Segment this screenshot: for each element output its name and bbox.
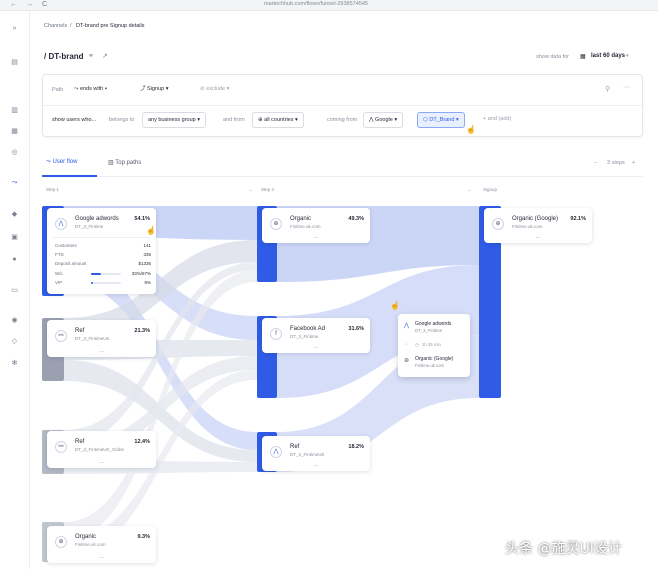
more-icon[interactable]: ...: [262, 462, 370, 468]
adwords-icon: ⋀: [55, 218, 67, 230]
node-sub: Fintime.uk.com: [75, 542, 106, 547]
flow-tooltip: ⋀ Google adwords DT_3_Fintime ↓ ◷ 1h 35 …: [398, 314, 470, 377]
tooltip-to-name: Organic (Google): [415, 356, 454, 362]
node-card-ref2[interactable]: ⚯ Ref DT_3_FintimeUK_Globe 12.4% ...: [47, 431, 156, 468]
more-icon[interactable]: ...: [47, 348, 156, 354]
mouse-cursor-icon: ☝: [146, 226, 156, 235]
watermark: 头条 @施灵UI设计: [505, 541, 622, 557]
node-percent: 18.2%: [348, 444, 364, 450]
stat-label: Customers: [55, 243, 77, 248]
tooltip-to-sub: Fintime.uk.com: [415, 363, 445, 368]
globe-icon: ⊕: [55, 536, 67, 548]
stat-value: $1336: [138, 261, 151, 266]
node-sub: DT_3_Fintime: [75, 224, 104, 229]
node-percent: 31.6%: [348, 326, 364, 332]
vip-bar: [91, 282, 121, 284]
node-card-facebook[interactable]: f Facebook Ad DT_3_Fintime 31.6% ...: [262, 318, 370, 353]
node-name: Organic: [75, 534, 97, 540]
node-card-organic1[interactable]: ⊕ Organic Fintime.uk.com 9.3% ...: [47, 526, 156, 563]
mouse-cursor-icon: ☝: [390, 301, 400, 310]
flow-organic1-organic[interactable]: [64, 270, 257, 540]
node-card-organic-s2[interactable]: ⊕ Organic Fintime.uk.com 49.3% ...: [262, 208, 370, 243]
node-sub: DT_3_Fintime: [290, 334, 319, 339]
more-icon[interactable]: ...: [484, 234, 592, 240]
node-card-organic-google[interactable]: ⊕ Organic (Google) Fintime.uk.com 92.1% …: [484, 208, 592, 243]
globe-icon: ⊕: [270, 218, 282, 230]
node-name: Organic: [290, 216, 312, 222]
node-sub: Fintime.uk.com: [512, 224, 543, 229]
stat-label: W/L: [55, 271, 64, 276]
divider: [53, 237, 150, 238]
clock-icon: ◷: [415, 342, 419, 347]
more-icon[interactable]: ...: [262, 234, 370, 240]
node-sub: DT_3_FintimeUK: [290, 452, 325, 457]
node-card-ref-s2[interactable]: ⋀ Ref DT_3_FintimeUK 18.2% ...: [262, 436, 370, 471]
node-name: Facebook Ad: [290, 326, 326, 332]
wl-bar: [91, 273, 121, 275]
stat-value: 336: [143, 252, 151, 257]
node-percent: 54.1%: [134, 216, 150, 222]
node-name: Ref: [290, 444, 300, 450]
node-percent: 92.1%: [570, 216, 586, 222]
stat-label: VIP: [55, 280, 63, 285]
stat-label: Deposit amount: [55, 261, 87, 266]
node-percent: 9.3%: [137, 534, 150, 540]
node-sub: DT_3_FintimeUK: [75, 336, 110, 341]
node-name: Organic (Google): [512, 216, 559, 222]
node-percent: 21.3%: [134, 328, 150, 334]
stat-value: 33%/67%: [131, 271, 151, 276]
node-card-ref1[interactable]: ⚯ Ref DT_3_FintimeUK 21.3% ...: [47, 320, 156, 357]
more-icon[interactable]: ...: [262, 344, 370, 350]
node-name: Google adwords: [75, 216, 119, 222]
globe-icon: ⊕: [492, 218, 504, 230]
node-name: Ref: [75, 439, 85, 445]
wl-bar-fill: [91, 273, 101, 275]
stat-deposit: Deposit amount $1336: [55, 261, 151, 266]
tooltip-from-sub: DT_3_Fintime: [415, 328, 442, 333]
node-sub: Fintime.uk.com: [290, 224, 321, 229]
adwords-icon: ⋀: [404, 323, 409, 329]
adwords-icon: ⋀: [270, 446, 282, 458]
tooltip-time: 1h 35 min: [422, 342, 441, 347]
stat-customers: Customers 141: [55, 243, 151, 248]
node-card-google-adwords[interactable]: ⋀ Google adwords DT_3_Fintime 54.1% Cust…: [47, 208, 156, 294]
node-name: Ref: [75, 328, 85, 334]
globe-icon: ⊕: [404, 358, 410, 364]
stat-wl: W/L 33%/67%: [55, 271, 151, 276]
stat-label: FTD: [55, 252, 64, 257]
stat-value: 8%: [144, 280, 151, 285]
more-icon[interactable]: ...: [47, 459, 156, 465]
stat-vip: VIP 8%: [55, 280, 151, 285]
tooltip-from-name: Google adwords: [415, 321, 452, 327]
node-sub: DT_3_FintimeUK_Globe: [75, 447, 125, 452]
more-icon[interactable]: ...: [47, 554, 156, 560]
facebook-icon: f: [270, 328, 282, 340]
ref-icon: ⚯: [55, 441, 67, 453]
ref-icon: ⚯: [55, 330, 67, 342]
vip-bar-fill: [91, 282, 94, 284]
node-percent: 12.4%: [134, 439, 150, 445]
stat-value: 141: [143, 243, 151, 248]
node-percent: 49.3%: [348, 216, 364, 222]
stat-ftd: FTD 336: [55, 252, 151, 257]
arrow-down-icon: ↓: [405, 341, 408, 347]
